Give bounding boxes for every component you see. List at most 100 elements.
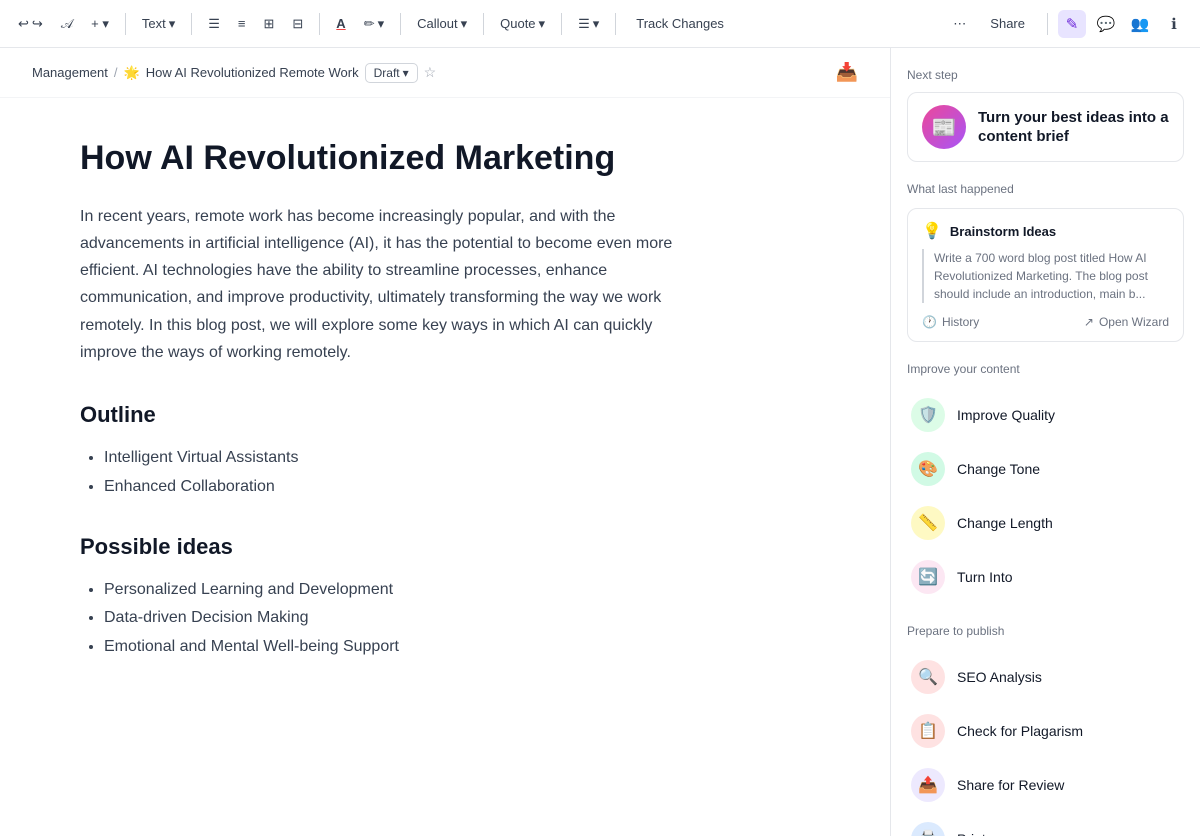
turn-into-item[interactable]: 🔄 Turn Into <box>907 550 1184 604</box>
list-item[interactable]: Data-driven Decision Making <box>104 604 680 633</box>
undo-button[interactable]: ↩ ↪ <box>12 12 49 36</box>
separator-2 <box>191 13 192 35</box>
publish-section: Prepare to publish 🔍 SEO Analysis 📋 Chec… <box>907 624 1184 836</box>
add-button[interactable]: + ▾ <box>85 12 115 36</box>
redo-icon: ↪ <box>32 16 43 32</box>
separator-1 <box>125 13 126 35</box>
next-step-text: Turn your best ideas into a content brie… <box>978 108 1169 147</box>
text-format-button[interactable]: Text ▾ <box>136 12 181 36</box>
track-changes-label: Track Changes <box>636 16 724 31</box>
share-for-review-item[interactable]: 📤 Share for Review <box>907 758 1184 812</box>
breadcrumb-parent[interactable]: Management <box>32 65 108 80</box>
improve-quality-label: Improve Quality <box>957 407 1055 423</box>
outdent-button[interactable]: ⊟ <box>286 12 309 36</box>
history-button[interactable]: 🕐 History <box>922 315 979 329</box>
callout-button[interactable]: Callout ▾ <box>411 12 473 36</box>
ordered-list-icon: ≡ <box>238 16 246 31</box>
check-plagiarism-item[interactable]: 📋 Check for Plagarism <box>907 704 1184 758</box>
editor-icon: ✎ <box>1066 15 1079 33</box>
bullet-list-button[interactable]: ☰ <box>202 12 226 36</box>
more-button[interactable]: ⋯ <box>947 12 972 36</box>
doc-body[interactable]: In recent years, remote work has become … <box>80 203 680 366</box>
list-item[interactable]: Enhanced Collaboration <box>104 473 680 502</box>
improve-quality-icon: 🛡️ <box>918 405 938 425</box>
next-step-emoji: 📰 <box>932 115 957 140</box>
track-changes-button[interactable]: Track Changes <box>626 12 734 35</box>
inbox-icon[interactable]: 📥 <box>836 62 858 83</box>
text-dropdown-icon: ▾ <box>169 16 176 32</box>
separator-6 <box>561 13 562 35</box>
open-wizard-icon: ↗ <box>1084 315 1094 329</box>
next-step-icon: 📰 <box>922 105 966 149</box>
star-icon[interactable]: ☆ <box>424 64 437 81</box>
info-button[interactable]: ℹ <box>1160 10 1188 38</box>
separator-3 <box>319 13 320 35</box>
outline-list: Intelligent Virtual AssistantsEnhanced C… <box>80 444 680 502</box>
change-tone-item[interactable]: 🎨 Change Tone <box>907 442 1184 496</box>
editor-mode-button[interactable]: ✎ <box>1058 10 1086 38</box>
quote-label: Quote <box>500 16 535 31</box>
add-label: + ▾ <box>91 16 109 32</box>
improve-quality-icon-circle: 🛡️ <box>911 398 945 432</box>
breadcrumb-separator: / <box>114 65 118 80</box>
publish-label: Prepare to publish <box>907 624 1184 638</box>
highlight-button[interactable]: ✏ ▾ <box>358 12 390 36</box>
doc-title[interactable]: How AI Revolutionized Marketing <box>80 138 680 179</box>
history-label: History <box>942 315 979 329</box>
align-button[interactable]: ☰ ▾ <box>572 12 605 36</box>
list-item[interactable]: Personalized Learning and Development <box>104 576 680 605</box>
indent-button[interactable]: ⊞ <box>257 12 280 36</box>
share-for-review-label: Share for Review <box>957 777 1064 793</box>
quote-button[interactable]: Quote ▾ <box>494 12 551 36</box>
brainstorm-icon: 💡 <box>922 221 942 241</box>
font-color-button[interactable]: A <box>330 12 351 35</box>
undo-icon: ↩ <box>18 16 29 32</box>
change-length-item[interactable]: 📏 Change Length <box>907 496 1184 550</box>
last-happened-label: What last happened <box>907 182 1184 196</box>
draft-badge[interactable]: Draft ▾ <box>365 63 418 83</box>
print-item[interactable]: 🖨️ Print <box>907 812 1184 836</box>
more-icon: ⋯ <box>953 16 966 32</box>
style-icon: 𝒜 <box>61 16 73 32</box>
highlight-dropdown: ▾ <box>378 16 385 32</box>
seo-analysis-item[interactable]: 🔍 SEO Analysis <box>907 650 1184 704</box>
quote-dropdown-icon: ▾ <box>539 16 546 32</box>
style-button[interactable]: 𝒜 <box>55 12 79 36</box>
separator-5 <box>483 13 484 35</box>
separator-8 <box>1047 13 1048 35</box>
brainstorm-title: Brainstorm Ideas <box>950 224 1056 239</box>
comment-button[interactable]: 💬 <box>1092 10 1120 38</box>
turn-into-icon: 🔄 <box>918 567 938 587</box>
ordered-list-button[interactable]: ≡ <box>232 12 252 35</box>
print-label: Print <box>957 831 986 836</box>
change-tone-icon: 🎨 <box>918 459 938 479</box>
seo-analysis-icon-circle: 🔍 <box>911 660 945 694</box>
breadcrumb: Management / 🌟 How AI Revolutionized Rem… <box>0 48 890 98</box>
separator-7 <box>615 13 616 35</box>
history-row: 🕐 History ↗ Open Wizard <box>922 315 1169 329</box>
ideas-heading[interactable]: Possible ideas <box>80 534 680 560</box>
draft-label: Draft <box>374 66 400 80</box>
seo-analysis-label: SEO Analysis <box>957 669 1042 685</box>
outdent-icon: ⊟ <box>292 16 303 32</box>
open-wizard-label: Open Wizard <box>1099 315 1169 329</box>
main-layout: Management / 🌟 How AI Revolutionized Rem… <box>0 48 1200 836</box>
collab-button[interactable]: 👥 <box>1126 10 1154 38</box>
list-item[interactable]: Emotional and Mental Well-being Support <box>104 633 680 662</box>
improve-label: Improve your content <box>907 362 1184 376</box>
callout-dropdown-icon: ▾ <box>461 16 468 32</box>
print-icon: 🖨️ <box>918 829 938 836</box>
open-wizard-button[interactable]: ↗ Open Wizard <box>1084 315 1169 329</box>
change-tone-icon-circle: 🎨 <box>911 452 945 486</box>
toolbar: ↩ ↪ 𝒜 + ▾ Text ▾ ☰ ≡ ⊞ ⊟ A ✏ ▾ Callout ▾… <box>0 0 1200 48</box>
improve-section: Improve your content 🛡️ Improve Quality … <box>907 362 1184 604</box>
next-step-card[interactable]: 📰 Turn your best ideas into a content br… <box>907 92 1184 162</box>
improve-quality-item[interactable]: 🛡️ Improve Quality <box>907 388 1184 442</box>
outline-heading[interactable]: Outline <box>80 402 680 428</box>
history-icon: 🕐 <box>922 315 937 329</box>
share-button[interactable]: Share <box>978 12 1037 35</box>
turn-into-label: Turn Into <box>957 569 1013 585</box>
list-item[interactable]: Intelligent Virtual Assistants <box>104 444 680 473</box>
seo-analysis-icon: 🔍 <box>918 667 938 687</box>
change-tone-label: Change Tone <box>957 461 1040 477</box>
